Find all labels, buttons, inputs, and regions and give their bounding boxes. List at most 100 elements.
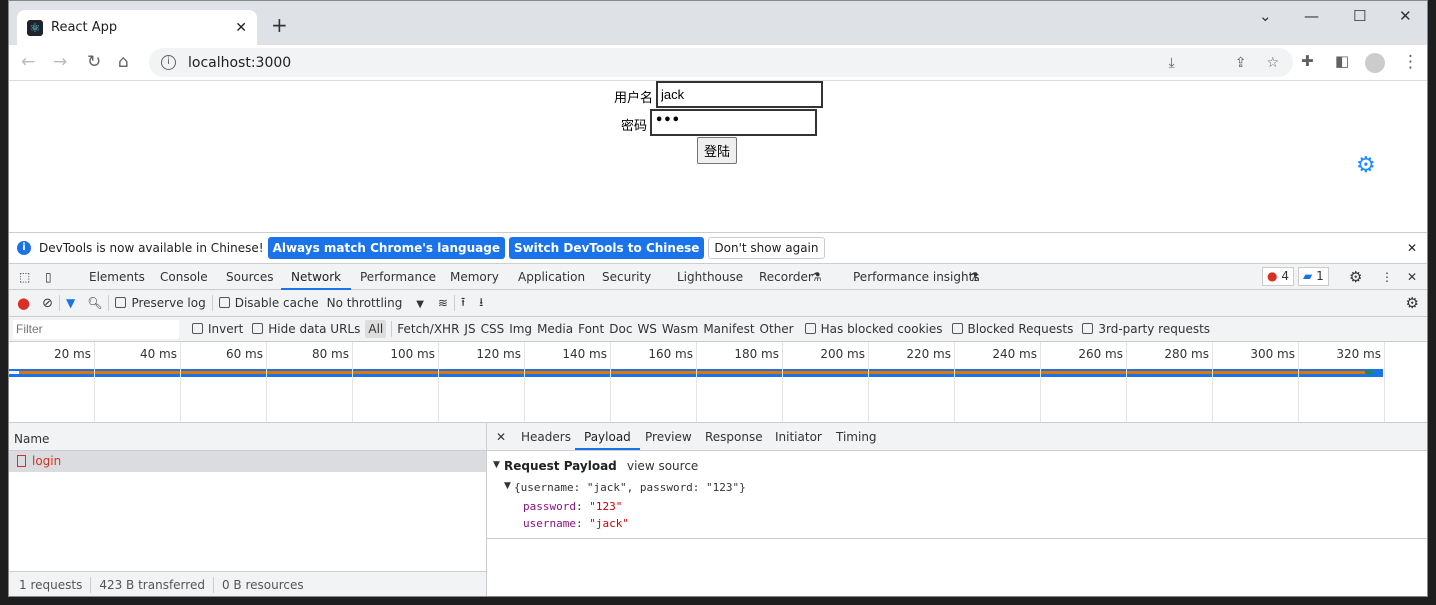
expand-triangle-icon[interactable]: ▼	[493, 460, 500, 470]
close-detail-icon[interactable]: ✕	[496, 424, 506, 450]
detail-tab-response[interactable]: Response	[705, 424, 763, 450]
filter-type-font[interactable]: Font	[578, 322, 604, 336]
third-party-checkbox[interactable]: 3rd-party requests	[1082, 322, 1210, 336]
maximize-button[interactable]: ☐	[1353, 7, 1366, 25]
password-input[interactable]: •••	[650, 109, 817, 136]
timeline-tick: 120 ms	[439, 342, 525, 422]
detail-tab-initiator[interactable]: Initiator	[775, 424, 822, 450]
filter-type-manifest[interactable]: Manifest	[703, 322, 754, 336]
filter-type-fetch-xhr[interactable]: Fetch/XHR	[397, 322, 459, 336]
invert-checkbox[interactable]: Invert	[192, 322, 243, 336]
filter-icon[interactable]: ▼	[66, 296, 75, 310]
login-button[interactable]: 登陆	[697, 137, 738, 164]
always-match-language-button[interactable]: Always match Chrome's language	[267, 237, 505, 259]
tab-recorder[interactable]: Recorder	[759, 264, 813, 290]
menu-icon[interactable]: ⋮	[1402, 52, 1419, 72]
timeline-tick: 200 ms	[783, 342, 869, 422]
tab-lighthouse[interactable]: Lighthouse	[677, 264, 743, 290]
filter-input[interactable]	[13, 319, 179, 339]
infobar-message: DevTools is now available in Chinese!	[39, 241, 264, 255]
forward-icon[interactable]: →	[53, 52, 67, 72]
network-overview-timeline[interactable]: 20 ms 40 ms 60 ms 80 ms 100 ms 120 ms 140 ms 16…	[9, 342, 1427, 423]
blocked-requests-checkbox[interactable]: Blocked Requests	[951, 322, 1073, 336]
import-har-icon[interactable]: ⭱	[461, 293, 465, 314]
username-label: 用户名	[614, 91, 654, 106]
error-count-badge[interactable]: ● 4	[1262, 267, 1294, 286]
detail-tab-preview[interactable]: Preview	[645, 424, 692, 450]
has-blocked-cookies-checkbox[interactable]: Has blocked cookies	[804, 322, 943, 336]
third-party-label: 3rd-party requests	[1098, 322, 1211, 336]
new-tab-button[interactable]: +	[271, 13, 288, 37]
detail-tab-payload[interactable]: Payload	[575, 424, 640, 450]
filter-type-css[interactable]: CSS	[481, 322, 505, 336]
share-icon[interactable]: ⇪	[1235, 55, 1247, 71]
close-devtools-icon[interactable]: ✕	[1407, 264, 1417, 290]
minimize-button[interactable]: —	[1304, 7, 1319, 25]
username-input[interactable]	[656, 81, 823, 108]
address-bar[interactable]: i localhost:3000 ⤓ ⇪ ☆	[149, 48, 1293, 77]
device-toolbar-icon[interactable]: ▯	[45, 264, 52, 290]
home-icon[interactable]: ⌂	[118, 52, 129, 72]
tab-security[interactable]: Security	[602, 264, 651, 290]
name-column-header[interactable]: Name	[9, 423, 486, 451]
filter-type-wasm[interactable]: Wasm	[662, 322, 698, 336]
tab-network[interactable]: Network	[281, 264, 352, 290]
filter-type-other[interactable]: Other	[760, 322, 794, 336]
detail-tab-headers[interactable]: Headers	[521, 424, 571, 450]
hide-data-urls-checkbox[interactable]: Hide data URLs	[252, 322, 360, 336]
tab-application[interactable]: Application	[518, 264, 585, 290]
info-icon[interactable]: i	[161, 55, 176, 70]
flask-icon: ⚗	[969, 270, 980, 284]
tab-strip: ⚛ React App ✕ + ⌄ — ☐ ✕	[9, 1, 1427, 45]
switch-to-chinese-button[interactable]: Switch DevTools to Chinese	[508, 237, 705, 259]
bookmark-star-icon[interactable]: ☆	[1266, 55, 1279, 71]
preserve-log-checkbox[interactable]: Preserve log	[115, 296, 206, 310]
view-source-link[interactable]: view source	[627, 459, 698, 473]
request-row[interactable]: login	[9, 451, 486, 472]
expand-triangle-icon[interactable]: ▼	[504, 481, 511, 491]
url-text: localhost:3000	[188, 54, 292, 71]
gear-icon[interactable]: ⚙	[1356, 153, 1376, 178]
throttling-select[interactable]: No throttling ▼	[327, 296, 424, 310]
reload-icon[interactable]: ↻	[87, 52, 101, 72]
tab-performance-insights[interactable]: Performance insights	[853, 264, 980, 290]
record-icon[interactable]: ●	[17, 294, 30, 312]
side-panel-icon[interactable]: ◧	[1335, 52, 1349, 70]
network-conditions-icon[interactable]: ≋	[438, 296, 448, 310]
filter-type-js[interactable]: JS	[464, 322, 475, 336]
profile-avatar[interactable]	[1365, 53, 1385, 73]
request-count: 1 requests	[19, 578, 83, 592]
browser-tab[interactable]: ⚛ React App ✕	[17, 10, 257, 45]
dont-show-again-button[interactable]: Don't show again	[708, 237, 825, 259]
network-settings-icon[interactable]: ⚙	[1406, 294, 1419, 312]
inspect-icon[interactable]: ⬚	[19, 264, 30, 290]
request-payload-title[interactable]: Request Payload	[504, 459, 617, 473]
message-count-badge[interactable]: ▰ 1	[1298, 267, 1329, 286]
export-har-icon[interactable]: ⭳	[479, 293, 483, 314]
filter-type-ws[interactable]: WS	[637, 322, 656, 336]
tab-memory[interactable]: Memory	[450, 264, 499, 290]
close-infobar-icon[interactable]: ✕	[1407, 241, 1417, 255]
close-window-button[interactable]: ✕	[1399, 7, 1412, 25]
close-tab-icon[interactable]: ✕	[235, 20, 247, 36]
detail-tab-timing[interactable]: Timing	[836, 424, 877, 450]
filter-type-doc[interactable]: Doc	[609, 322, 632, 336]
filter-type-all[interactable]: All	[365, 320, 387, 338]
filter-type-img[interactable]: Img	[509, 322, 532, 336]
clear-icon[interactable]: ⊘	[42, 296, 53, 311]
disable-cache-checkbox[interactable]: Disable cache	[218, 296, 319, 310]
detail-tabbar: ✕ Headers Payload Preview Response Initi…	[487, 423, 1427, 451]
more-options-icon[interactable]: ⋮	[1381, 264, 1393, 290]
settings-gear-icon[interactable]: ⚙	[1349, 264, 1362, 290]
install-icon[interactable]: ⤓	[1169, 55, 1175, 71]
back-icon[interactable]: ←	[21, 52, 35, 72]
tab-performance[interactable]: Performance	[360, 264, 436, 290]
tab-console[interactable]: Console	[160, 264, 208, 290]
filter-type-media[interactable]: Media	[537, 322, 573, 336]
language-infobar: i DevTools is now available in Chinese! …	[9, 232, 1427, 263]
extensions-icon[interactable]: ✚	[1301, 52, 1314, 70]
tab-elements[interactable]: Elements	[89, 264, 145, 290]
tab-search-icon[interactable]: ⌄	[1259, 7, 1272, 25]
tab-sources[interactable]: Sources	[226, 264, 273, 290]
search-icon[interactable]: 🔍︎	[87, 296, 102, 310]
